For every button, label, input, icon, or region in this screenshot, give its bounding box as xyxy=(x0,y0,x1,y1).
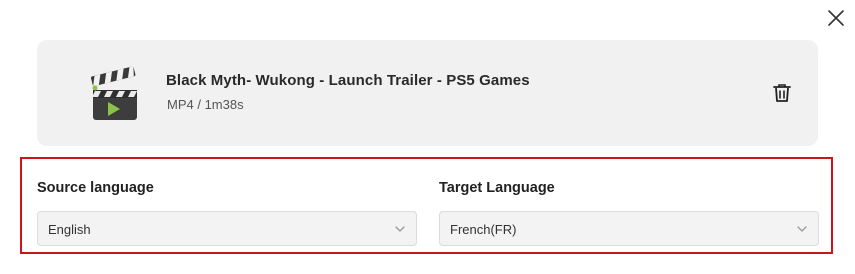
trash-icon xyxy=(773,84,791,102)
file-meta: MP4 / 1m38s xyxy=(167,97,244,112)
file-card: Black Myth- Wukong - Launch Trailer - PS… xyxy=(37,40,818,146)
clapperboard-icon xyxy=(87,64,141,122)
target-language-label: Target Language xyxy=(439,180,555,196)
close-icon xyxy=(828,10,844,26)
file-title: Black Myth- Wukong - Launch Trailer - PS… xyxy=(166,72,530,89)
language-settings-panel: Source language Target Language English … xyxy=(20,157,833,254)
chevron-down-icon xyxy=(796,223,808,235)
close-button[interactable] xyxy=(824,6,848,30)
source-language-value: English xyxy=(48,222,91,237)
target-language-select[interactable]: French(FR) xyxy=(439,211,819,246)
source-language-label: Source language xyxy=(37,180,154,196)
chevron-down-icon xyxy=(394,223,406,235)
source-language-select[interactable]: English xyxy=(37,211,417,246)
delete-button[interactable] xyxy=(771,82,793,104)
target-language-value: French(FR) xyxy=(450,222,517,237)
